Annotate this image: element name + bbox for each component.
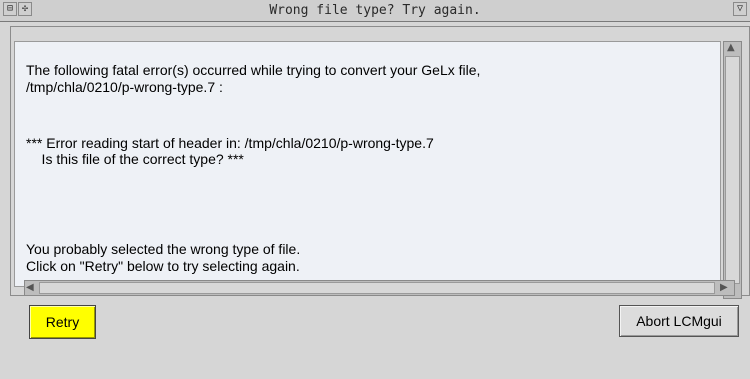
vertical-scrollbar[interactable]: ▲ ▼ xyxy=(723,41,742,299)
error-line-5: You probably selected the wrong type of … xyxy=(26,241,301,257)
scroll-right-icon[interactable]: ▶ xyxy=(720,282,728,294)
vertical-scroll-thumb[interactable] xyxy=(725,56,740,284)
error-line-6: Click on "Retry" below to try selecting … xyxy=(26,258,300,274)
abort-lcmgui-button[interactable]: Abort LCMgui xyxy=(619,305,739,337)
scroll-left-icon[interactable]: ◀ xyxy=(26,282,34,294)
minimize-icon[interactable]: ▽ xyxy=(733,2,747,16)
window-title: Wrong file type? Try again. xyxy=(269,3,481,18)
error-line-1: The following fatal error(s) occurred wh… xyxy=(26,62,481,78)
retry-button[interactable]: Retry xyxy=(29,305,96,339)
error-message-area[interactable]: The following fatal error(s) occurred wh… xyxy=(14,41,721,287)
horizontal-scroll-thumb[interactable] xyxy=(39,282,715,294)
scroll-up-icon[interactable]: ▲ xyxy=(727,42,735,54)
horizontal-scrollbar[interactable]: ◀ ▶ xyxy=(24,280,735,296)
error-line-4: Is this file of the correct type? *** xyxy=(26,151,244,167)
error-line-2: /tmp/chla/0210/p-wrong-type.7 : xyxy=(26,79,223,95)
title-bar: ⊟ ✣ Wrong file type? Try again. ▽ xyxy=(0,0,750,22)
